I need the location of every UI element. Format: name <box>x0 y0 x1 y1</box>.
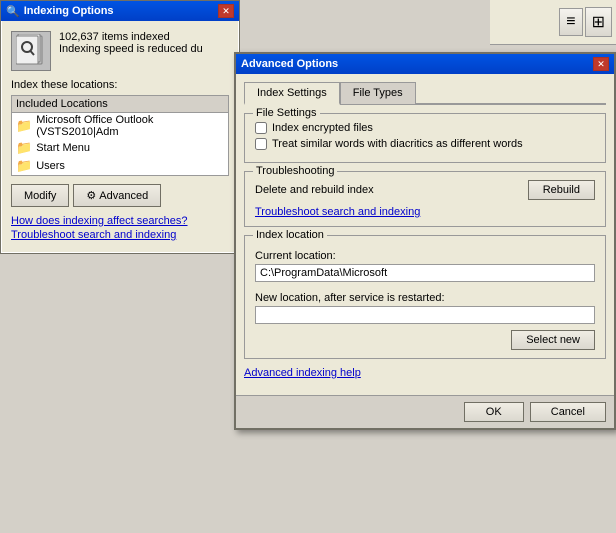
new-location-input[interactable] <box>255 306 595 324</box>
troubleshoot-search-link[interactable]: Troubleshoot search and indexing <box>255 206 595 218</box>
list-item: 📁 Microsoft Office Outlook (VSTS2010|Adm <box>12 113 228 139</box>
advanced-options-dialog: Advanced Options ✕ Index Settings File T… <box>234 52 616 430</box>
troubleshooting-label: Troubleshooting <box>253 165 337 177</box>
troubleshooting-group: Troubleshooting Delete and rebuild index… <box>244 171 606 227</box>
indexing-title-text: Indexing Options <box>24 5 114 17</box>
advanced-titlebar: Advanced Options ✕ <box>236 54 614 74</box>
new-location-label: New location, after service is restarted… <box>255 292 595 304</box>
cancel-button[interactable]: Cancel <box>530 402 606 422</box>
list-item: 📁 Start Menu <box>12 139 228 157</box>
diacritics-label: Treat similar words with diacritics as d… <box>272 138 523 150</box>
indexing-titlebar: 🔍 Indexing Options ✕ <box>1 1 239 21</box>
toolbar-btn-1[interactable]: ≡ <box>559 8 582 36</box>
list-item: 📁 Users <box>12 157 228 175</box>
location-text: Users <box>36 160 65 172</box>
rebuild-button[interactable]: Rebuild <box>528 180 595 200</box>
index-label: Index these locations: <box>11 79 229 91</box>
folder-icon: 📁 <box>16 140 32 156</box>
file-settings-group: File Settings Index encrypted files Trea… <box>244 113 606 163</box>
speed-notice-text: Indexing speed is reduced du <box>59 43 203 55</box>
tab-bar: Index Settings File Types <box>244 82 606 105</box>
current-location-input[interactable] <box>255 264 595 282</box>
tab-file-types[interactable]: File Types <box>340 82 416 105</box>
folder-icon: 📁 <box>16 158 32 174</box>
how-indexing-link[interactable]: How does indexing affect searches? <box>11 215 229 227</box>
location-text: Microsoft Office Outlook (VSTS2010|Adm <box>36 114 224 138</box>
diacritics-checkbox[interactable] <box>255 138 267 150</box>
index-location-group: Index location Current location: New loc… <box>244 235 606 359</box>
delete-rebuild-text: Delete and rebuild index <box>255 184 374 196</box>
checkbox-diacritics: Treat similar words with diacritics as d… <box>255 138 595 150</box>
advanced-title-text: Advanced Options <box>241 58 338 70</box>
troubleshoot-indexing-link[interactable]: Troubleshoot search and indexing <box>11 229 229 241</box>
dialog-footer: OK Cancel <box>236 395 614 428</box>
folder-icon: 📁 <box>16 118 32 134</box>
indexing-icon <box>11 31 51 71</box>
advanced-close-btn[interactable]: ✕ <box>593 57 609 71</box>
file-settings-label: File Settings <box>253 107 320 119</box>
items-indexed-text: 102,637 items indexed <box>59 31 203 43</box>
tab-index-settings[interactable]: Index Settings <box>244 82 340 105</box>
advanced-button[interactable]: ⚙ Advanced <box>73 184 161 207</box>
rebuild-row: Delete and rebuild index Rebuild <box>255 180 595 200</box>
current-location-label: Current location: <box>255 250 595 262</box>
encrypt-label: Index encrypted files <box>272 122 373 134</box>
checkbox-encrypted-files: Index encrypted files <box>255 122 595 134</box>
select-new-button[interactable]: Select new <box>511 330 595 350</box>
included-locations-box: Included Locations 📁 Microsoft Office Ou… <box>11 95 229 176</box>
indexing-close-btn[interactable]: ✕ <box>218 4 234 18</box>
included-locations-header: Included Locations <box>12 96 228 113</box>
location-text: Start Menu <box>36 142 90 154</box>
ok-button[interactable]: OK <box>464 402 524 422</box>
toolbar-btn-2[interactable]: ⊞ <box>585 7 612 37</box>
index-location-label: Index location <box>253 229 327 241</box>
encrypt-checkbox[interactable] <box>255 122 267 134</box>
gear-icon: ⚙ <box>86 189 96 202</box>
modify-button[interactable]: Modify <box>11 184 69 207</box>
advanced-indexing-help-link[interactable]: Advanced indexing help <box>244 367 606 379</box>
indexing-title-icon: 🔍 <box>6 5 20 18</box>
indexing-options-window: 🔍 Indexing Options ✕ 102,637 items index… <box>0 0 240 254</box>
